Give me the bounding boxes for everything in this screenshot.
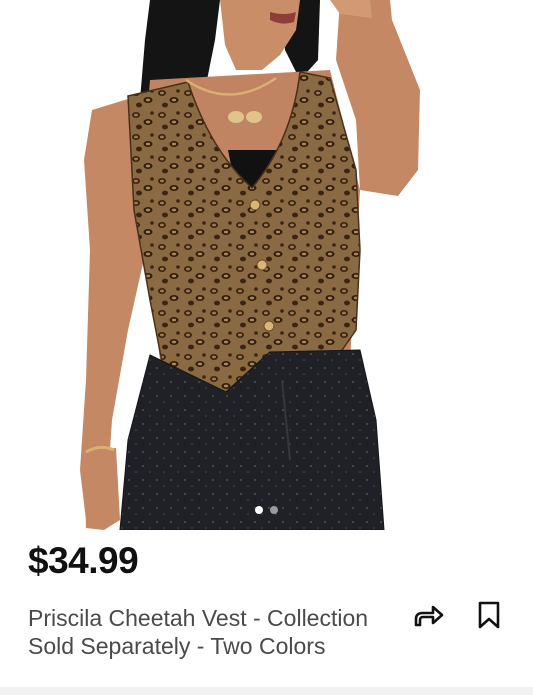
product-price: $34.99 (28, 540, 139, 581)
share-button[interactable] (412, 600, 446, 634)
product-title: Priscila Cheetah Vest - Collection Sold … (28, 605, 369, 659)
share-arrow-icon (413, 601, 445, 634)
pagination-dot[interactable] (270, 506, 278, 514)
save-button[interactable] (472, 600, 506, 634)
pagination-dot-active[interactable] (255, 506, 263, 514)
bookmark-icon (477, 600, 501, 635)
bottom-divider (0, 687, 533, 695)
image-pagination-dots[interactable] (0, 506, 533, 514)
product-photo[interactable] (0, 0, 533, 530)
